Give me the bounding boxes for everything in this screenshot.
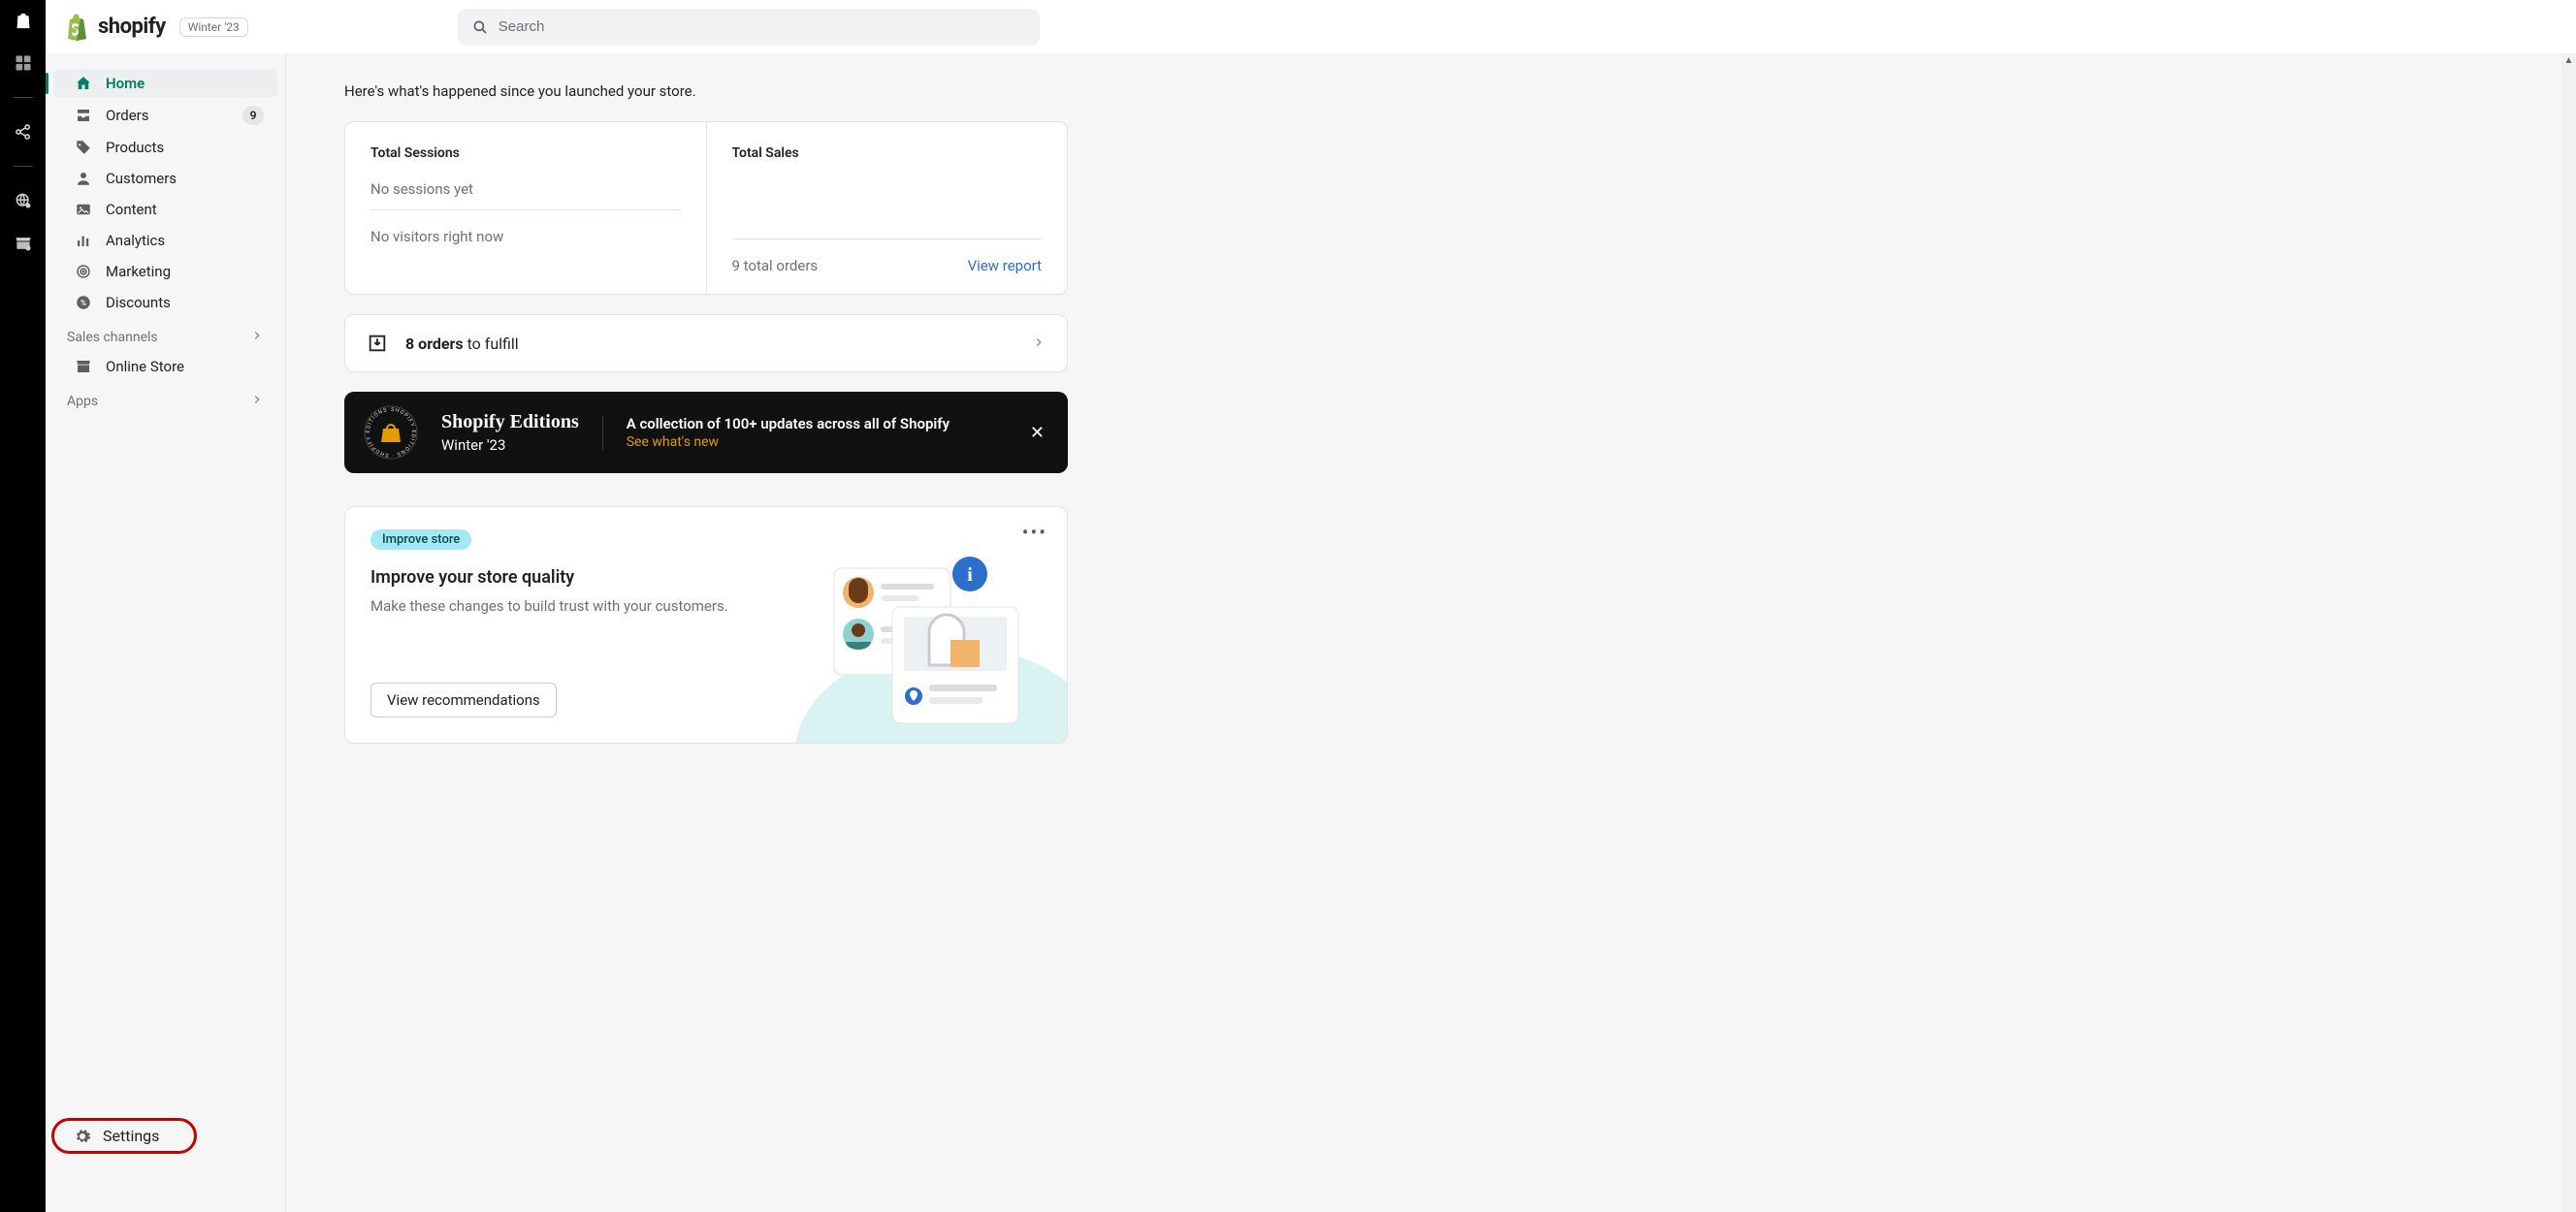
store-icon xyxy=(75,358,92,375)
orders-badge: 9 xyxy=(242,106,264,125)
fulfill-card[interactable]: 8 orders to fulfill xyxy=(344,314,1068,372)
bars-icon xyxy=(75,232,92,249)
close-icon[interactable]: ✕ xyxy=(1026,419,1048,447)
nav-label: Content xyxy=(106,201,157,218)
nav-label: Discounts xyxy=(106,294,171,311)
editions-sub: Winter '23 xyxy=(441,436,579,454)
stat-line: No sessions yet xyxy=(370,180,681,198)
chevron-right-icon xyxy=(250,393,264,410)
image-icon xyxy=(75,201,92,218)
stat-title: Total Sales xyxy=(732,145,1043,161)
stat-line: No visitors right now xyxy=(370,228,681,245)
section-label-text: Apps xyxy=(67,394,98,409)
sidebar: Home Orders 9 Products Customers Content xyxy=(46,53,286,1212)
editions-title: Shopify Editions xyxy=(441,411,579,432)
intro-text: Here's what's happened since you launche… xyxy=(344,82,1068,100)
nav-label: Analytics xyxy=(106,232,165,249)
fulfill-text: 8 orders to fulfill xyxy=(405,335,519,353)
improve-illustration: i xyxy=(795,539,1067,743)
stat-line: 9 total orders xyxy=(732,257,819,274)
sales-channels-header[interactable]: Sales channels xyxy=(46,319,285,352)
shopify-bag-icon[interactable] xyxy=(13,10,34,31)
stat-sales: Total Sales 9 total orders View report xyxy=(706,122,1068,294)
svg-text:%: % xyxy=(80,299,86,308)
improve-card: ••• Improve store Improve your store qua… xyxy=(344,506,1068,744)
search-input[interactable] xyxy=(499,18,1026,35)
nav-label: Marketing xyxy=(106,263,171,280)
rail-separator xyxy=(14,166,33,167)
rail-separator xyxy=(14,97,33,98)
globe-gear-icon[interactable] xyxy=(13,190,34,211)
stat-title: Total Sessions xyxy=(370,145,681,161)
editions-left: Shopify Editions Winter '23 xyxy=(441,411,579,454)
nav-settings[interactable]: Settings xyxy=(51,1118,197,1154)
search-bar[interactable] xyxy=(458,9,1040,46)
nav-label: Online Store xyxy=(106,358,184,375)
section-label-text: Sales channels xyxy=(67,330,158,345)
target-icon xyxy=(75,263,92,280)
editions-desc: A collection of 100+ updates across all … xyxy=(627,415,1003,432)
stat-sessions: Total Sessions No sessions yet No visito… xyxy=(345,122,706,294)
content: Here's what's happened since you launche… xyxy=(286,53,2576,1212)
improve-desc: Make these changes to build trust with y… xyxy=(370,597,739,615)
nav-customers[interactable]: Customers xyxy=(53,164,277,193)
stats-card: Total Sessions No sessions yet No visito… xyxy=(344,121,1068,295)
improve-pill: Improve store xyxy=(370,529,471,550)
gear-icon xyxy=(74,1128,91,1145)
nav-content[interactable]: Content xyxy=(53,195,277,224)
shopify-bag-icon xyxy=(65,14,88,41)
store-gear-icon[interactable] xyxy=(13,233,34,254)
share-nodes-icon[interactable] xyxy=(13,121,34,143)
editions-badge-icon: SHOPIFY EDITIONS · SHOPIFY EDITIONS · xyxy=(364,405,418,460)
scroll-up-icon[interactable]: ▲ xyxy=(2561,53,2576,67)
logo[interactable]: shopify Winter '23 xyxy=(65,14,248,41)
edition-chip[interactable]: Winter '23 xyxy=(179,17,248,37)
editions-banner: SHOPIFY EDITIONS · SHOPIFY EDITIONS · Sh… xyxy=(344,392,1068,473)
nav-online-store[interactable]: Online Store xyxy=(53,352,277,381)
nav-home[interactable]: Home xyxy=(53,69,277,98)
main-column: shopify Winter '23 Home Orders 9 Product… xyxy=(46,0,2576,1212)
nav-label: Products xyxy=(106,139,164,156)
scrollbar[interactable]: ▲ xyxy=(2561,53,2576,1212)
chevron-right-icon xyxy=(250,329,264,346)
view-report-link[interactable]: View report xyxy=(968,257,1042,274)
editions-link[interactable]: See what's new xyxy=(627,434,1003,450)
settings-label: Settings xyxy=(103,1127,159,1145)
nav-orders[interactable]: Orders 9 xyxy=(53,100,277,131)
app-rail xyxy=(0,0,46,1212)
grid-icon[interactable] xyxy=(13,52,34,74)
home-icon xyxy=(75,75,92,92)
nav-products[interactable]: Products xyxy=(53,133,277,162)
topbar: shopify Winter '23 xyxy=(46,0,2576,53)
chevron-right-icon xyxy=(1032,335,1046,353)
person-icon xyxy=(75,170,92,187)
divider xyxy=(370,209,681,210)
percent-icon: % xyxy=(75,294,92,311)
apps-header[interactable]: Apps xyxy=(46,383,285,416)
nav-marketing[interactable]: Marketing xyxy=(53,257,277,286)
nav-label: Customers xyxy=(106,170,177,187)
inbox-icon xyxy=(75,107,92,124)
editions-right: A collection of 100+ updates across all … xyxy=(602,415,1003,450)
nav-discounts[interactable]: % Discounts xyxy=(53,288,277,317)
search-icon xyxy=(471,18,489,36)
nav-label: Home xyxy=(106,75,145,92)
tag-icon xyxy=(75,139,92,156)
logo-text: shopify xyxy=(98,15,166,39)
nav-analytics[interactable]: Analytics xyxy=(53,226,277,255)
nav-label: Orders xyxy=(106,107,149,124)
download-box-icon xyxy=(367,333,388,354)
view-recommendations-button[interactable]: View recommendations xyxy=(370,683,557,718)
svg-text:i: i xyxy=(967,564,973,586)
